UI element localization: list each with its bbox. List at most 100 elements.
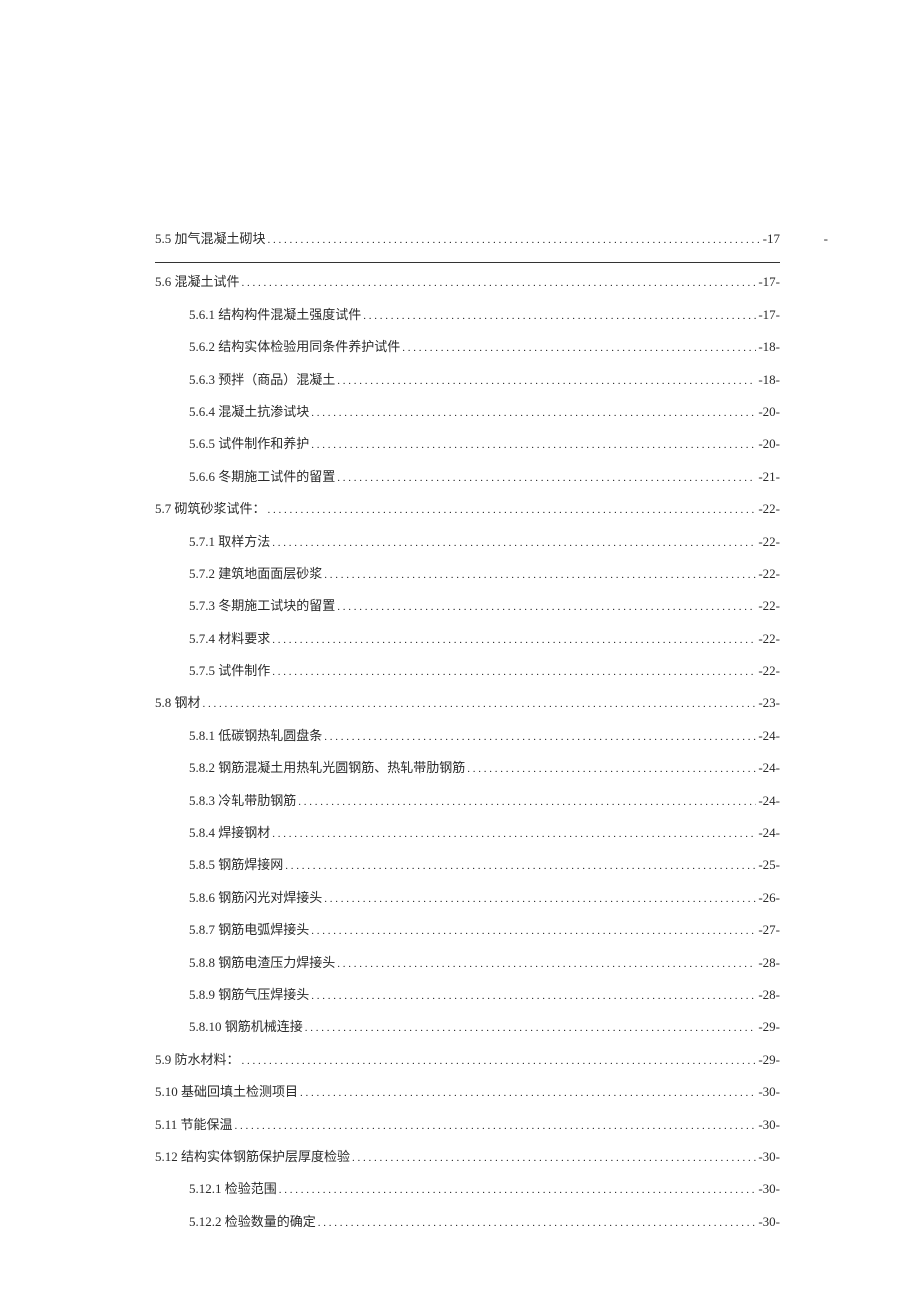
- toc-page-ref: -28-: [758, 986, 780, 1004]
- toc-page-ref: -27-: [758, 921, 780, 939]
- toc-label: 5.12 结构实体钢筋保护层厚度检验: [155, 1148, 350, 1166]
- toc-leader-dots: [272, 533, 756, 551]
- toc-leader-dots: [268, 230, 761, 248]
- toc-label: 5.8.9 钢筋气压焊接头: [189, 986, 309, 1004]
- toc-entry: 5.6.2 结构实体检验用同条件养护试件-18-: [155, 338, 780, 356]
- toc-entry: 5.6 混凝土试件-17-: [155, 273, 780, 291]
- toc-page-ref: -25-: [758, 856, 780, 874]
- toc-leader-dots: [279, 1180, 757, 1198]
- toc-label: 5.7.5 试件制作: [189, 662, 270, 680]
- toc-entry: 5.8.10 钢筋机械连接 -29-: [155, 1018, 780, 1036]
- toc-leader-dots: [242, 273, 757, 291]
- table-of-contents: 5.5 加气混凝土砌块-17-5.6 混凝土试件-17-5.6.1 结构构件混凝…: [155, 230, 780, 1231]
- toc-leader-dots: [311, 403, 756, 421]
- toc-label: 5.7 砌筑砂浆试件：: [155, 500, 266, 518]
- toc-leader-dots: [337, 597, 756, 615]
- toc-leader-dots: [324, 565, 756, 583]
- toc-entry: 5.8.4 焊接钢材 -24-: [155, 824, 780, 842]
- toc-leader-dots: [305, 1018, 757, 1036]
- toc-label: 5.10 基础回填土检测项目: [155, 1083, 298, 1101]
- toc-label: 5.8.1 低碳钢热轧圆盘条: [189, 727, 322, 745]
- toc-label: 5.7.2 建筑地面面层砂浆: [189, 565, 322, 583]
- toc-label: 5.6.2 结构实体检验用同条件养护试件: [189, 338, 400, 356]
- toc-page-ref: -29-: [758, 1018, 780, 1036]
- toc-page-ref: -24-: [758, 727, 780, 745]
- toc-leader-dots: [318, 1213, 757, 1231]
- toc-label: 5.12.1 检验范围: [189, 1180, 277, 1198]
- toc-entry: 5.8.7 钢筋电弧焊接头-27-: [155, 921, 780, 939]
- toc-page-ref: -21-: [758, 468, 780, 486]
- toc-entry: 5.7.3 冬期施工试块的留置 -22-: [155, 597, 780, 615]
- toc-page-ref: -22-: [758, 630, 780, 648]
- toc-label: 5.8.4 焊接钢材: [189, 824, 270, 842]
- toc-page-ref: -17-: [758, 306, 780, 324]
- toc-label: 5.7.3 冬期施工试块的留置: [189, 597, 335, 615]
- toc-entry: 5.7.2 建筑地面面层砂浆 -22-: [155, 565, 780, 583]
- toc-entry: 5.12.1 检验范围-30-: [155, 1180, 780, 1198]
- toc-leader-dots: [402, 338, 756, 356]
- toc-leader-dots: [311, 986, 756, 1004]
- toc-label: 5.9 防水材料：: [155, 1051, 240, 1069]
- toc-entry: 5.8.3 冷轧带肋钢筋-24-: [155, 792, 780, 810]
- toc-page-ref: -24-: [758, 792, 780, 810]
- toc-page-ref: -30-: [758, 1148, 780, 1166]
- toc-label: 5.8 钢材: [155, 694, 201, 712]
- toc-leader-dots: [272, 630, 756, 648]
- toc-leader-dots: [324, 727, 756, 745]
- toc-entry: 5.8.9 钢筋气压焊接头 -28-: [155, 986, 780, 1004]
- toc-leader-dots: [242, 1051, 757, 1069]
- toc-entry: 5.8.2 钢筋混凝土用热轧光圆钢筋、热轧带肋钢筋-24-: [155, 759, 780, 777]
- toc-entry: 5.8.8 钢筋电渣压力焊接头 -28-: [155, 954, 780, 972]
- toc-label: 5.8.8 钢筋电渣压力焊接头: [189, 954, 335, 972]
- trailing-dash: -: [824, 230, 828, 248]
- divider: [155, 262, 780, 263]
- toc-page-ref: -30-: [758, 1213, 780, 1231]
- toc-leader-dots: [352, 1148, 756, 1166]
- toc-entry: 5.6.3 预拌（商品）混凝土 -18-: [155, 371, 780, 389]
- toc-leader-dots: [268, 500, 757, 518]
- toc-page-ref: -17-: [758, 273, 780, 291]
- toc-leader-dots: [285, 856, 756, 874]
- toc-leader-dots: [363, 306, 756, 324]
- toc-page-ref: -30-: [758, 1083, 780, 1101]
- toc-page-ref: -20-: [758, 403, 780, 421]
- toc-page-ref: -18-: [758, 371, 780, 389]
- toc-entry: 5.7 砌筑砂浆试件： -22-: [155, 500, 780, 518]
- toc-label: 5.5 加气混凝土砌块: [155, 230, 266, 248]
- toc-leader-dots: [311, 435, 756, 453]
- toc-page-ref: -23-: [758, 694, 780, 712]
- toc-page-ref: -29-: [758, 1051, 780, 1069]
- toc-leader-dots: [337, 954, 756, 972]
- toc-entry: 5.8.6 钢筋闪光对焊接头 -26-: [155, 889, 780, 907]
- toc-label: 5.11 节能保温: [155, 1116, 233, 1134]
- toc-label: 5.6.4 混凝土抗渗试块: [189, 403, 309, 421]
- toc-entry: 5.8.5 钢筋焊接网-25-: [155, 856, 780, 874]
- toc-entry: 5.7.4 材料要求-22-: [155, 630, 780, 648]
- toc-label: 5.6.3 预拌（商品）混凝土: [189, 371, 335, 389]
- toc-page-ref: -24-: [758, 824, 780, 842]
- toc-leader-dots: [467, 759, 756, 777]
- toc-page-ref: -22-: [758, 597, 780, 615]
- toc-leader-dots: [324, 889, 756, 907]
- toc-entry: 5.12.2 检验数量的确定-30-: [155, 1213, 780, 1231]
- toc-page-ref: -17: [763, 230, 780, 248]
- toc-label: 5.8.10 钢筋机械连接: [189, 1018, 303, 1036]
- toc-entry: 5.10 基础回填土检测项目 -30-: [155, 1083, 780, 1101]
- toc-entry: 5.12 结构实体钢筋保护层厚度检验 -30-: [155, 1148, 780, 1166]
- toc-page-ref: -28-: [758, 954, 780, 972]
- toc-page-ref: -22-: [758, 500, 780, 518]
- toc-page-ref: -22-: [758, 662, 780, 680]
- toc-leader-dots: [235, 1116, 757, 1134]
- toc-entry: 5.7.1 取样方法-22-: [155, 533, 780, 551]
- toc-entry: 5.6.4 混凝土抗渗试块 -20-: [155, 403, 780, 421]
- toc-label: 5.6.1 结构构件混凝土强度试件: [189, 306, 361, 324]
- toc-page-ref: -20-: [758, 435, 780, 453]
- toc-label: 5.8.2 钢筋混凝土用热轧光圆钢筋、热轧带肋钢筋: [189, 759, 465, 777]
- document-page: 5.5 加气混凝土砌块-17-5.6 混凝土试件-17-5.6.1 结构构件混凝…: [0, 0, 920, 1231]
- toc-page-ref: -26-: [758, 889, 780, 907]
- toc-entry: 5.8 钢材 -23-: [155, 694, 780, 712]
- toc-entry: 5.6.5 试件制作和养护 -20-: [155, 435, 780, 453]
- toc-label: 5.6.5 试件制作和养护: [189, 435, 309, 453]
- toc-label: 5.8.6 钢筋闪光对焊接头: [189, 889, 322, 907]
- toc-page-ref: -22-: [758, 565, 780, 583]
